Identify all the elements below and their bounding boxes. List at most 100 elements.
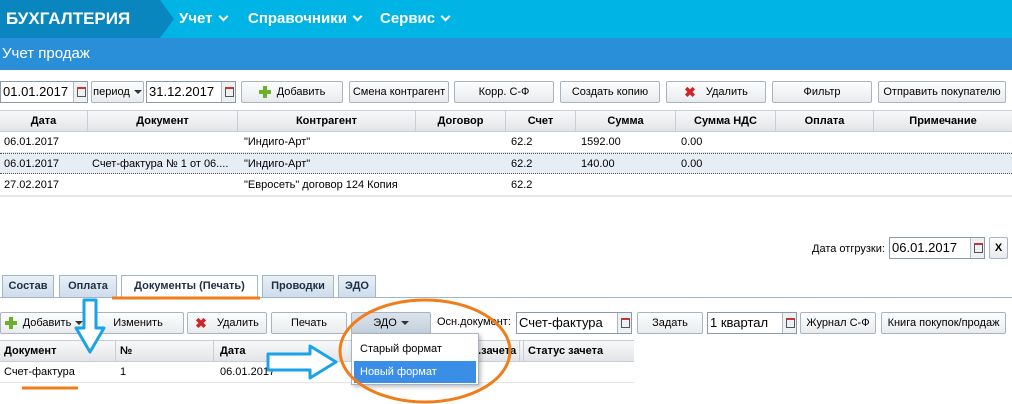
menu-servis[interactable]: Сервис [380,0,451,38]
doc-edit-button[interactable]: Изменить [92,312,184,334]
table-row[interactable]: 27.02.2017 "Евросеть" договор 124 Копия … [0,175,1012,196]
tab-provodki[interactable]: Проводки [262,275,334,297]
base-doc-select[interactable]: Счет-фактура [516,312,632,334]
cell-counterparty: "Евросеть" договор 124 Копия [244,179,398,191]
app-brand[interactable]: БУХГАЛТЕРИЯ [0,0,174,38]
col-header[interactable]: № [116,341,214,362]
period-dropdown[interactable]: период [91,81,144,103]
shipment-date-value: 06.01.2017 [892,240,958,255]
tab-sostav[interactable]: Состав [2,275,54,297]
cell-date: 06.01.2017 [4,158,60,170]
add-label: Добавить [276,86,326,98]
menu-spravochniki-label: Справочники [248,10,347,27]
table-row[interactable]: 06.01.2017 "Индиго-Арт" 62.2 1592.00 0.0… [0,132,1012,153]
cell-sum: 140.00 [581,158,615,170]
cell-document: Счет-фактура № 1 от 06.... [92,158,229,170]
create-copy-button[interactable]: Создать копию [560,81,660,103]
calendar-icon[interactable] [221,82,235,102]
col-header[interactable]: Оплата [776,111,874,132]
col-header[interactable]: Статус зачета [524,341,634,362]
calendar-icon[interactable] [970,238,984,258]
edo-dropdown-button[interactable]: ЭДО [351,312,431,334]
chevron-down-icon[interactable] [782,313,796,333]
col-header[interactable]: Контрагент [238,111,416,132]
filter-button[interactable]: Фильтр [772,81,872,103]
col-header[interactable]: Примечание [874,111,1012,132]
shipment-date-input[interactable]: 06.01.2017 [889,237,985,259]
add-button[interactable]: Добавить [241,81,343,103]
cell-counterparty: "Индиго-Арт" [244,158,311,170]
doc-add-button[interactable]: Добавить [0,312,88,334]
menu-spravochniki[interactable]: Справочники [248,0,363,38]
cell-document: Счет-фактура [4,366,75,378]
delete-x-icon: ✖ [684,84,696,101]
top-nav-bar: БУХГАЛТЕРИЯ Учет Справочники Сервис [0,0,1012,38]
menu-item-old-format[interactable]: Старый формат [354,338,476,360]
cell-date: 27.02.2017 [4,179,60,191]
cell-vat: 0.00 [681,136,703,148]
doc-table-header: Документ № Дата ...зачета Статус зачета [0,340,634,362]
quarter-value: 1 квартал [710,315,769,330]
doc-delete-label: Удалить [216,317,259,329]
edo-dropdown-menu: Старый формат Новый формат [351,333,479,385]
plus-icon [258,86,271,99]
delete-label: Удалить [705,86,748,98]
col-header[interactable]: Документ [0,341,116,362]
tab-edo[interactable]: ЭДО [338,275,376,297]
main-table-header: Дата Документ Контрагент Договор Счет Су… [0,110,1012,132]
tab-documents-print[interactable]: Документы (Печать) [121,275,258,297]
chevron-down-icon [352,11,363,22]
doc-print-button[interactable]: Печать [271,312,347,334]
change-counterparty-button[interactable]: Смена контрагент [349,81,449,103]
cell-date: 06.01.2017 [4,136,60,148]
cell-vat: 0.00 [681,158,703,170]
menu-item-new-format[interactable]: Новый формат [354,361,476,383]
tab-oplata[interactable]: Оплата [59,275,117,297]
books-button[interactable]: Книга покупок/продаж [881,312,1006,334]
divider [0,196,1012,197]
chevron-down-icon [218,11,228,22]
col-header[interactable]: Счет [506,111,576,132]
plus-icon [4,317,17,330]
date-from-input[interactable]: 01.01.2017 [0,81,88,103]
col-header[interactable]: Дата [0,111,88,132]
cell-account: 62.2 [511,179,533,191]
chevron-down-icon[interactable] [617,313,631,333]
calendar-icon[interactable] [73,82,87,102]
quarter-select[interactable]: 1 квартал [707,312,797,334]
cell-account: 62.2 [511,158,533,170]
doc-table-row[interactable]: Счет-фактура 1 06.01.2017 [0,362,634,383]
cell-number: 1 [120,366,127,378]
base-doc-label: Осн.документ: [437,316,511,328]
caret-down-icon [133,90,142,95]
delete-x-icon: ✖ [195,315,207,332]
corr-invoice-button[interactable]: Корр. С-Ф [454,81,554,103]
col-header[interactable]: Документ [88,111,238,132]
page-title: Учет продаж [0,38,1012,70]
cell-counterparty: "Индиго-Арт" [244,136,311,148]
col-header[interactable]: Договор [416,111,506,132]
close-button[interactable]: X [989,237,1008,259]
date-to-input[interactable]: 31.12.2017 [146,81,236,103]
set-button[interactable]: Задать [637,312,703,334]
menu-uchet-label: Учет [179,10,213,27]
sales-journal-button[interactable]: Журнал С-Ф [800,312,876,334]
col-header[interactable]: Сумма [576,111,676,132]
date-to-value: 31.12.2017 [149,84,215,99]
menu-uchet[interactable]: Учет [179,0,228,38]
caret-down-icon [75,321,84,326]
base-doc-value: Счет-фактура [519,315,603,330]
cell-date: 06.01.2017 [220,366,276,378]
edo-label: ЭДО [373,317,397,329]
menu-servis-label: Сервис [380,10,436,27]
delete-button[interactable]: ✖ Удалить [666,81,766,103]
shipment-date-label: Дата отгрузки: [812,243,885,255]
cell-sum: 1592.00 [581,136,621,148]
send-to-buyer-button[interactable]: Отправить покупателю [878,81,1006,103]
doc-delete-button[interactable]: ✖ Удалить [187,312,267,334]
chevron-down-icon [440,11,451,22]
table-row-selected[interactable]: 06.01.2017 Счет-фактура № 1 от 06.... "И… [0,153,1012,174]
col-header[interactable]: Сумма НДС [676,111,776,132]
cell-account: 62.2 [511,136,533,148]
date-from-value: 01.01.2017 [3,84,69,99]
